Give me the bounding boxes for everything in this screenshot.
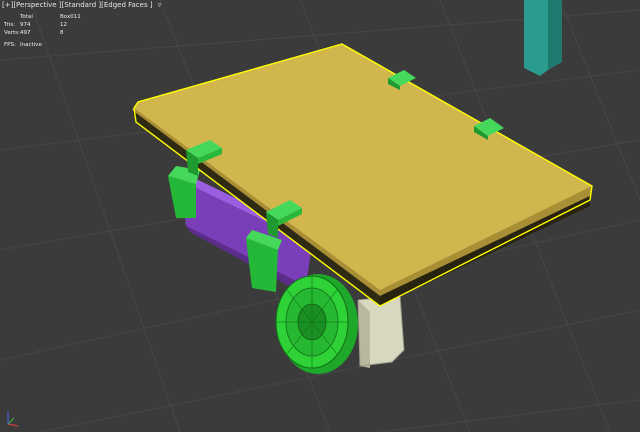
stats-selected: 12: [60, 22, 67, 28]
battery-clip-rear[interactable]: [246, 230, 282, 292]
fps-value: Inactive: [20, 42, 42, 48]
stats-label: Tris:: [4, 22, 16, 28]
stats-header-total: Total: [20, 14, 33, 20]
viewport-shading-menu[interactable]: [Edged Faces ]: [101, 1, 152, 9]
stats-selected: 8: [60, 30, 64, 36]
perspective-viewport[interactable]: [+][Perspective ][Standard ][Edged Faces…: [0, 0, 640, 432]
stats-total: 497: [20, 30, 31, 36]
viewport-general-menu[interactable]: [+]: [2, 1, 13, 9]
stats-row-fps: FPS: Inactive: [4, 41, 100, 49]
scene-canvas[interactable]: [0, 0, 640, 432]
viewport-pov-menu[interactable]: [Perspective ]: [13, 1, 61, 9]
stats-header-blank: [4, 13, 20, 21]
wheel-object[interactable]: [275, 274, 358, 374]
axis-tripod-icon: [7, 412, 19, 427]
stats-header-row: Total Box011: [4, 13, 100, 21]
pillar-object[interactable]: [524, 0, 562, 76]
viewport-label-menu[interactable]: [+][Perspective ][Standard ][Edged Faces…: [2, 1, 161, 9]
deck-board[interactable]: [132, 43, 593, 307]
stats-total: 974: [20, 22, 31, 28]
fps-label: FPS:: [4, 42, 16, 48]
filter-icon[interactable]: ▿: [158, 1, 162, 9]
stats-label: Verts:: [4, 30, 20, 36]
statistics-overlay: Total Box011 Tris: 974 12 Verts: 497 8 F…: [4, 13, 100, 49]
stats-header-selected: Box011: [60, 14, 81, 20]
stats-row-tris: Tris: 974 12: [4, 21, 100, 29]
viewport-shading-quality-menu[interactable]: [Standard ]: [62, 1, 102, 9]
motor-object[interactable]: [357, 295, 405, 368]
stats-row-verts: Verts: 497 8: [4, 29, 100, 37]
